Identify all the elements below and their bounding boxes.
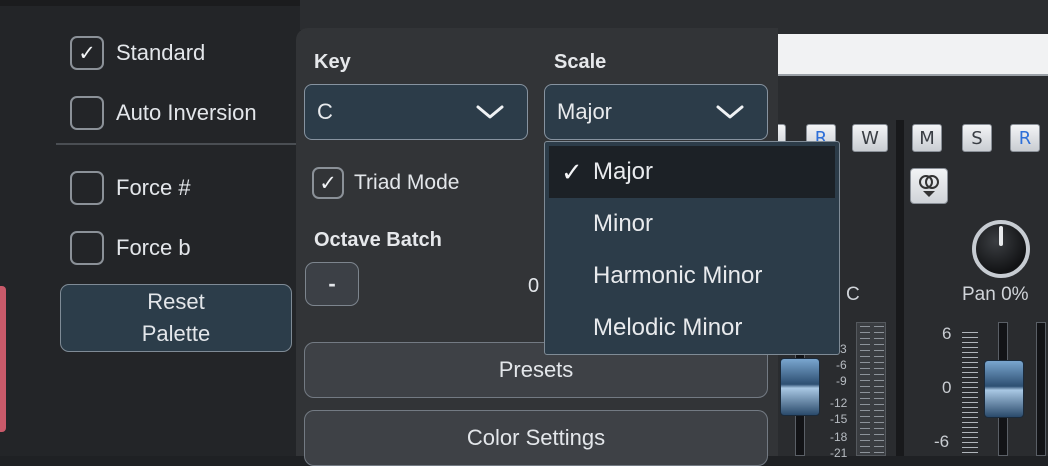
reset-palette-line2: Palette — [141, 321, 211, 346]
scale-value: Major — [557, 99, 613, 124]
scale-option-melodic-minor[interactable]: Melodic Minor — [545, 302, 839, 354]
standard-label: Standard — [116, 40, 206, 65]
scale-option-label: Harmonic Minor — [593, 262, 763, 289]
force-sharp-option[interactable]: Force # — [70, 171, 191, 205]
reset-palette-button[interactable]: Reset Palette — [60, 284, 292, 352]
scale-option-harmonic-minor[interactable]: Harmonic Minor — [545, 250, 839, 302]
meter-scale-label: -6 — [836, 358, 847, 372]
fader-track-3 — [1036, 322, 1046, 456]
pan-knob[interactable] — [972, 220, 1030, 278]
meter-scale-label: -15 — [830, 412, 848, 426]
meter-scale-label: -18 — [830, 430, 848, 444]
standard-option[interactable]: ✓ Standard — [70, 36, 205, 70]
fader-scale-label: 0 — [942, 378, 952, 397]
key-value: C — [317, 99, 333, 124]
mixer-write-button-1[interactable]: W — [852, 124, 888, 152]
key-select[interactable]: C — [304, 84, 528, 140]
fader-scale-label: -6 — [934, 432, 950, 451]
pan-readout: Pan 0% — [962, 284, 1029, 305]
panel-top-bar — [300, 0, 776, 30]
check-icon: ✓ — [561, 157, 583, 187]
mixer-mute-button-2[interactable]: M — [912, 124, 942, 152]
force-flat-checkbox[interactable] — [70, 231, 104, 265]
fader-handle-1[interactable] — [780, 358, 820, 416]
meter-lines — [860, 326, 870, 456]
scale-option-label: Minor — [593, 210, 654, 237]
auto-inversion-option[interactable]: Auto Inversion — [70, 96, 257, 130]
key-label: Key — [314, 51, 351, 73]
force-sharp-label: Force # — [116, 175, 191, 200]
octave-batch-label: Octave Batch — [314, 229, 442, 251]
force-sharp-checkbox[interactable] — [70, 171, 104, 205]
fader-handle-2[interactable] — [984, 360, 1024, 418]
auto-inversion-label: Auto Inversion — [116, 100, 257, 125]
scale-dropdown-menu: ✓ Major Minor Harmonic Minor Melodic Min… — [544, 141, 840, 355]
reset-palette-line1: Reset — [147, 289, 205, 314]
force-flat-label: Force b — [116, 235, 191, 260]
chevron-down-icon — [476, 105, 504, 119]
mixer-read-button-2[interactable]: R — [1010, 124, 1040, 152]
triad-mode-checkbox[interactable]: ✓ — [312, 167, 344, 199]
standard-checkbox[interactable]: ✓ — [70, 36, 104, 70]
mixer-solo-button-2[interactable]: S — [962, 124, 992, 152]
mixer-top-bar — [770, 0, 1048, 30]
meter-scale-label: -21 — [830, 446, 848, 460]
scale-option-label: Melodic Minor — [593, 314, 743, 341]
octave-decrement-button[interactable]: - — [305, 262, 359, 306]
meter-lines — [874, 326, 884, 456]
octave-value: 0 — [528, 275, 540, 297]
mixer-header-strip — [770, 34, 1048, 76]
scale-select[interactable]: Major — [544, 84, 768, 140]
triad-mode-option[interactable]: ✓ Triad Mode — [312, 167, 459, 199]
fader-ticks — [962, 332, 978, 456]
sidebar-divider — [56, 143, 296, 145]
strip-separator — [896, 120, 904, 456]
color-settings-button[interactable]: Color Settings — [304, 410, 768, 466]
scale-option-major[interactable]: ✓ Major — [549, 146, 835, 198]
scale-label: Scale — [554, 51, 607, 73]
auto-inversion-checkbox[interactable] — [70, 96, 104, 130]
fader-scale-label: 6 — [942, 324, 952, 343]
scale-option-minor[interactable]: Minor — [545, 198, 839, 250]
triad-mode-label: Triad Mode — [354, 171, 460, 194]
chevron-down-icon — [716, 105, 744, 119]
routing-icon[interactable] — [910, 168, 948, 204]
force-flat-option[interactable]: Force b — [70, 231, 191, 265]
channel-pan-label: C — [846, 284, 860, 305]
scale-option-label: Major — [593, 158, 654, 185]
meter-scale-label: -12 — [830, 396, 848, 410]
meter-scale-label: -9 — [836, 374, 847, 388]
side-accent — [0, 286, 6, 432]
